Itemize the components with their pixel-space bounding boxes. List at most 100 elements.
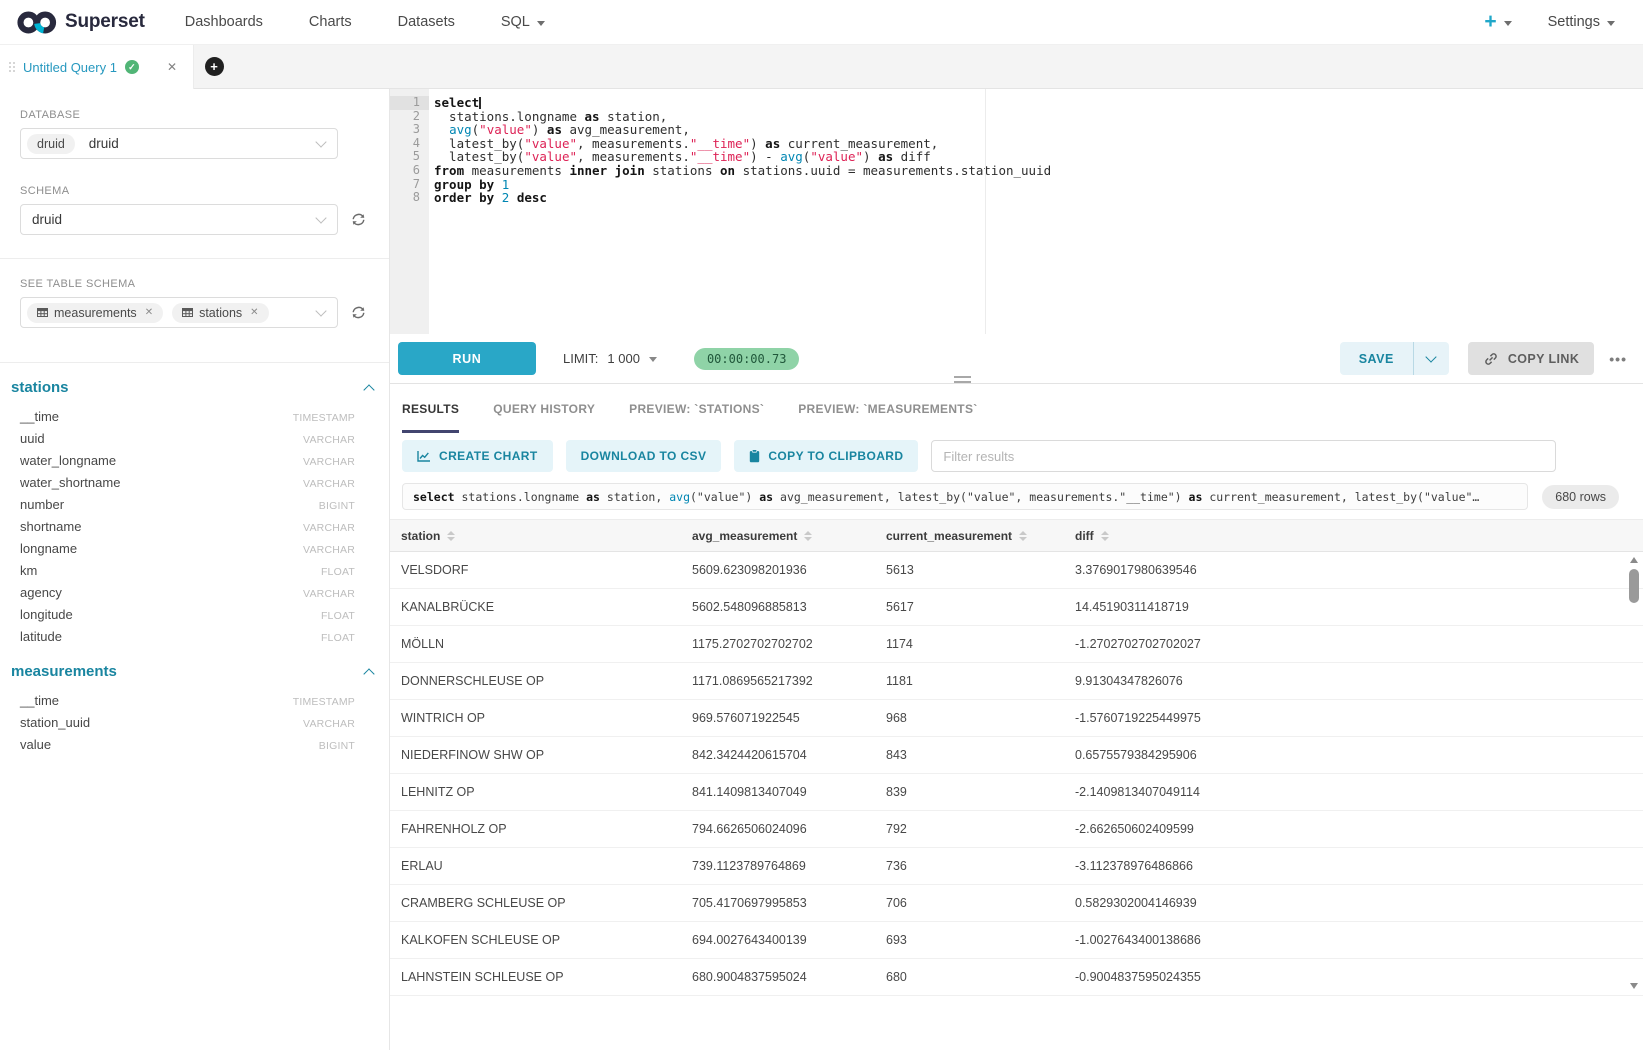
table-section-header-measurements[interactable]: measurements [11,663,373,680]
copy-to-clipboard-button[interactable]: COPY TO CLIPBOARD [734,440,918,472]
line-number: 3 [390,123,429,137]
column-name: __time [20,693,59,708]
create-chart-button[interactable]: CREATE CHART [402,440,553,472]
caret-down-icon [1504,21,1512,26]
column-header-label: current_measurement [886,529,1012,543]
database-select[interactable]: druid druid [20,128,338,159]
remove-tag-icon[interactable]: ✕ [145,307,153,318]
limit-value: 1 000 [607,351,640,366]
query-tab-active[interactable]: Untitled Query 1 ✓ ✕ [0,45,194,89]
table-cell: 5613 [875,563,1064,577]
scroll-up-icon[interactable] [1630,557,1638,563]
refresh-tables-button[interactable] [350,304,367,321]
superset-logo[interactable]: Superset [16,9,145,36]
column-type: VARCHAR [303,478,355,490]
settings-menu[interactable]: Settings [1548,14,1615,30]
nav-item-label: Dashboards [185,14,263,30]
tab-preview-measurements[interactable]: PREVIEW: `MEASUREMENTS` [798,384,977,433]
column-header-current-measurement[interactable]: current_measurement [875,529,1064,543]
caret-down-icon [1607,21,1615,26]
table-tag-stations[interactable]: stations ✕ [172,303,268,323]
table-row: FAHRENHOLZ OP794.6626506024096792-2.6626… [390,811,1643,848]
column-name: value [20,737,51,752]
column-type: FLOAT [321,632,355,644]
column-type: TIMESTAMP [293,412,355,424]
table-cell: 5609.623098201936 [681,563,875,577]
more-actions-button[interactable]: ••• [1609,351,1627,367]
table-icon [37,308,48,317]
filter-results-input[interactable] [931,440,1556,472]
column-header-avg-measurement[interactable]: avg_measurement [681,529,875,543]
query-tab-title: Untitled Query 1 [23,60,117,75]
column-row: water_shortnameVARCHAR [0,471,389,493]
column-type: VARCHAR [303,544,355,556]
sort-icon[interactable] [804,531,812,541]
table-cell: 0.6575579384295906 [1064,748,1643,762]
schema-select[interactable]: druid [20,204,338,235]
column-name: agency [20,585,62,600]
nav-item-label: Charts [309,14,352,30]
vertical-scrollbar[interactable] [1629,557,1640,989]
column-header-diff[interactable]: diff [1064,529,1643,543]
nav-item-charts[interactable]: Charts [309,14,352,30]
close-tab-icon[interactable]: ✕ [163,60,181,74]
table-cell: -3.112378976486866 [1064,859,1643,873]
limit-dropdown[interactable]: LIMIT: 1 000 [563,351,657,366]
sort-icon[interactable] [1101,531,1109,541]
column-name: longname [20,541,77,556]
table-schema-label: SEE TABLE SCHEMA [20,278,369,290]
tab-results[interactable]: RESULTS [402,384,459,433]
column-type: VARCHAR [303,718,355,730]
refresh-schemas-button[interactable] [350,211,367,228]
database-label: DATABASE [20,109,369,121]
line-number: 5 [390,150,429,164]
line-number: 4 [390,137,429,151]
chevron-down-icon [315,212,326,223]
new-item-button[interactable]: + [1484,13,1511,32]
nav-item-dashboards[interactable]: Dashboards [185,14,263,30]
table-cell: 968 [875,711,1064,725]
run-query-button[interactable]: RUN [398,342,536,375]
remove-tag-icon[interactable]: ✕ [250,307,258,318]
download-csv-button[interactable]: DOWNLOAD TO CSV [566,440,722,472]
column-type: VARCHAR [303,522,355,534]
table-cell: FAHRENHOLZ OP [390,822,681,836]
column-type: VARCHAR [303,434,355,446]
drag-handle-icon[interactable] [9,62,15,72]
nav-item-sql[interactable]: SQL [501,14,545,30]
sqllab-sidebar: DATABASE druid druid SCHEMA druid [0,89,390,1050]
copy-link-button[interactable]: COPY LINK [1468,342,1594,375]
tab-query-history[interactable]: QUERY HISTORY [493,384,595,433]
sort-icon[interactable] [1019,531,1027,541]
line-number: 8 [390,191,429,205]
nav-item-datasets[interactable]: Datasets [398,14,455,30]
database-type-tag: druid [27,134,75,154]
column-header-station[interactable]: station [390,529,681,543]
table-tag-measurements[interactable]: measurements ✕ [27,303,163,323]
sort-icon[interactable] [447,531,455,541]
column-name: water_longname [20,453,116,468]
sql-editor[interactable]: 12345678 select stations.longname as sta… [390,89,1643,334]
table-cell: 1175.2702702702702 [681,637,875,651]
results-table-body: VELSDORF5609.62309820193656133.376901798… [390,552,1643,996]
scroll-down-icon[interactable] [1630,983,1638,989]
scrollbar-thumb[interactable] [1629,569,1639,603]
column-type: FLOAT [321,610,355,622]
settings-label: Settings [1548,14,1600,30]
tab-preview-stations[interactable]: PREVIEW: `STATIONS` [629,384,764,433]
table-cell: LAHNSTEIN SCHLEUSE OP [390,970,681,984]
save-button[interactable]: SAVE [1340,342,1414,375]
code-line: select [434,96,1051,110]
table-cell: 3.3769017980639546 [1064,563,1643,577]
plus-icon: + [205,57,224,76]
text-cursor [479,97,481,109]
editor-code[interactable]: select stations.longname as station, avg… [429,89,1051,334]
column-row: longname VARCHAR [0,537,389,559]
table-cell: -2.662650602409599 [1064,822,1643,836]
new-query-tab-button[interactable]: + [194,45,234,88]
table-cell: -1.2702702702702027 [1064,637,1643,651]
table-select[interactable]: measurements ✕ stations ✕ [20,297,338,328]
table-section-header-stations[interactable]: stations [11,379,373,396]
save-dropdown-button[interactable] [1414,342,1449,375]
column-row: longitudeFLOAT [0,603,389,625]
